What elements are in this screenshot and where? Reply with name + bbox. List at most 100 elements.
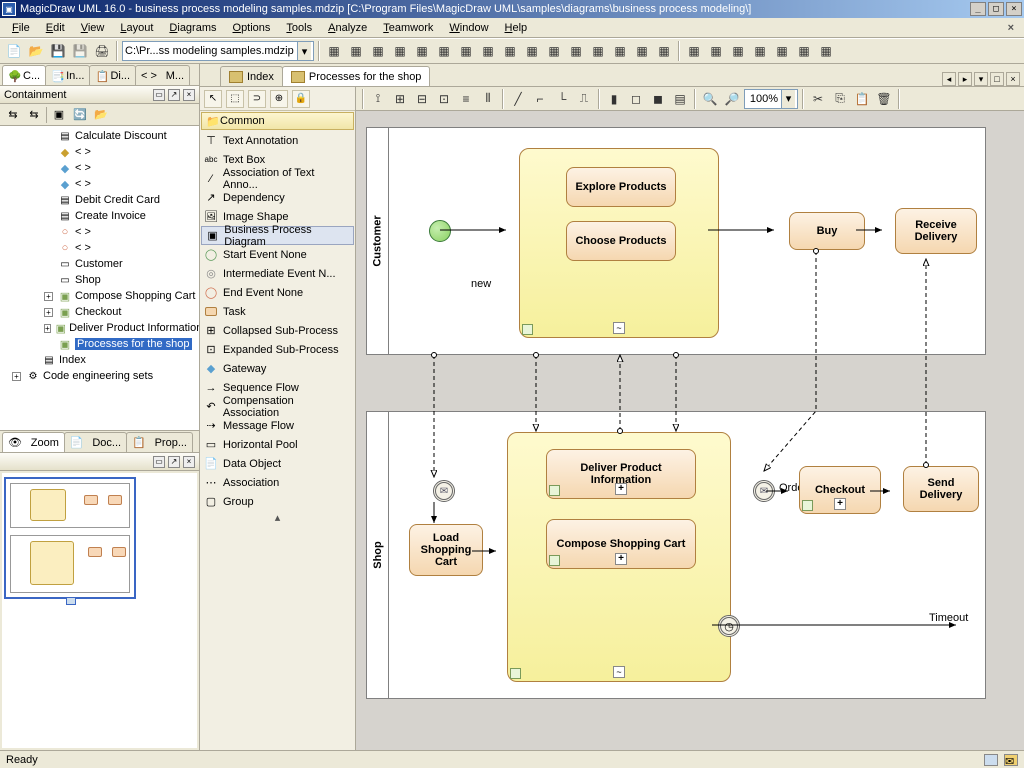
align-button[interactable]: ⟟ [368, 89, 388, 109]
palette-item[interactable]: Task [200, 302, 355, 321]
marquee-button[interactable]: ⬚ [226, 90, 244, 108]
palette-item[interactable]: ⇢Message Flow [200, 416, 355, 435]
palette-item[interactable]: ◆Gateway [200, 359, 355, 378]
tb-icon[interactable]: ▦ [544, 41, 564, 61]
zoom-combo[interactable]: 100%▾ [744, 89, 798, 109]
timer-event[interactable]: ◷ [718, 615, 740, 637]
palette-item[interactable]: ↶Compensation Association [200, 397, 355, 416]
task-buy[interactable]: Buy [789, 212, 865, 250]
palette-item[interactable]: ▣Business Process Diagram [201, 226, 354, 245]
paste-button[interactable]: 📋 [852, 89, 872, 109]
tb-icon[interactable]: ▦ [588, 41, 608, 61]
pool-shop[interactable]: Shop ✉ Load Shopping Cart Deliver Produc… [366, 411, 986, 699]
menu-file[interactable]: File [4, 20, 38, 36]
expand-icon[interactable]: + [44, 308, 53, 317]
tb-icon[interactable]: ▦ [368, 41, 388, 61]
tb-icon[interactable]: ▦ [412, 41, 432, 61]
tab-zoom[interactable]: 👁 Zoom [2, 432, 65, 452]
task-explore[interactable]: Explore Products [566, 167, 676, 207]
maximize-button[interactable]: □ [988, 2, 1004, 16]
task-choose[interactable]: Choose Products [566, 221, 676, 261]
editor-tab-index[interactable]: Index [220, 66, 283, 86]
panel-dock-button[interactable]: ▭ [153, 89, 165, 101]
tree-item[interactable]: +▣Checkout [0, 304, 199, 320]
menu-teamwork[interactable]: Teamwork [375, 20, 441, 36]
lasso-button[interactable]: ⊃ [248, 90, 266, 108]
palette-item[interactable]: ▢Group [200, 492, 355, 511]
close-button[interactable]: × [1006, 2, 1022, 16]
message-event[interactable]: ✉ [433, 480, 455, 502]
palette-item[interactable]: ⊞Collapsed Sub-Process [200, 321, 355, 340]
editor-tab-processes[interactable]: Processes for the shop [282, 66, 431, 86]
nav-button[interactable]: ⊕ [270, 90, 288, 108]
tree-item[interactable]: +▣Compose Shopping Cart [0, 288, 199, 304]
tab-max-button[interactable]: □ [990, 72, 1004, 86]
tb-icon[interactable]: ▦ [772, 41, 792, 61]
menu-view[interactable]: View [73, 20, 113, 36]
tb-icon[interactable]: ▦ [390, 41, 410, 61]
panel-float-button[interactable]: ↗ [168, 456, 180, 468]
tab-model[interactable]: < > M... [135, 65, 190, 85]
palette-item[interactable]: ⊤Text Annotation [200, 131, 355, 150]
tree-item[interactable]: ◆< > [0, 144, 199, 160]
tb-icon[interactable]: ▦ [706, 41, 726, 61]
pool-customer[interactable]: Customer Explore Products Choose Product… [366, 127, 986, 355]
new-button[interactable]: 📄 [4, 41, 24, 61]
align-button[interactable]: ⫴ [478, 89, 498, 109]
tb-icon[interactable]: ▦ [500, 41, 520, 61]
tb-icon[interactable]: ▦ [728, 41, 748, 61]
tab-close-button[interactable]: × [1006, 72, 1020, 86]
tab-diagrams[interactable]: 📋Di... [89, 65, 136, 85]
diagram-canvas[interactable]: Customer Explore Products Choose Product… [356, 111, 1024, 750]
route-button[interactable]: ╱ [508, 89, 528, 109]
menu-tools[interactable]: Tools [278, 20, 320, 36]
tab-containment[interactable]: 🌳C... [2, 65, 46, 85]
tb-icon[interactable]: ▦ [610, 41, 630, 61]
palette-item[interactable]: ↗Dependency [200, 188, 355, 207]
tab-prop[interactable]: 📋 Prop... [126, 432, 193, 452]
tree-item[interactable]: ▭Customer [0, 256, 199, 272]
lock-button[interactable]: 🔒 [292, 90, 310, 108]
saveall-button[interactable]: 💾 [70, 41, 90, 61]
task-load[interactable]: Load Shopping Cart [409, 524, 483, 576]
tb-icon[interactable]: ▦ [750, 41, 770, 61]
palette-item[interactable]: ⁄Association of Text Anno... [200, 169, 355, 188]
copy-button[interactable]: ⎘ [830, 89, 850, 109]
collapse2-button[interactable]: ⇆ [25, 106, 43, 124]
menu-layout[interactable]: Layout [112, 20, 161, 36]
tb-icon[interactable]: ▦ [566, 41, 586, 61]
tree-item[interactable]: ◆< > [0, 176, 199, 192]
menu-help[interactable]: Help [497, 20, 536, 36]
cut-button[interactable]: ✂ [808, 89, 828, 109]
layer-button[interactable]: ▤ [670, 89, 690, 109]
route-button[interactable]: ⎍ [574, 89, 594, 109]
delete-button[interactable]: 🗑 [874, 89, 894, 109]
route-button[interactable]: └ [552, 89, 572, 109]
tree-item[interactable]: ▤Calculate Discount [0, 128, 199, 144]
collapse-button[interactable]: ⇆ [4, 106, 22, 124]
palette-more[interactable]: ▴ [200, 511, 355, 525]
palette-item[interactable]: 📄Data Object [200, 454, 355, 473]
file-history-combo[interactable]: C:\Pr...ss modeling samples.mdzip ▾ [122, 41, 314, 61]
menu-diagrams[interactable]: Diagrams [161, 20, 224, 36]
expanded-subprocess-shop[interactable]: Deliver Product Information + Compose Sh… [507, 432, 731, 682]
panel-close-button[interactable]: × [183, 89, 195, 101]
tb-icon[interactable]: ▦ [816, 41, 836, 61]
tab-inheritance[interactable]: 📑In... [45, 65, 90, 85]
tree-item[interactable]: ▣Processes for the shop [0, 336, 199, 352]
palette-item[interactable]: ◯End Event None [200, 283, 355, 302]
open-button[interactable]: 📂 [26, 41, 46, 61]
task-checkout[interactable]: Checkout + [799, 466, 881, 514]
tab-list-button[interactable]: ▾ [974, 72, 988, 86]
tree-item[interactable]: ▤Debit Credit Card [0, 192, 199, 208]
print-button[interactable]: 🖨 [92, 41, 112, 61]
tb-icon[interactable]: ▦ [794, 41, 814, 61]
tb-icon[interactable]: ▦ [324, 41, 344, 61]
tb-icon[interactable]: ▦ [522, 41, 542, 61]
minimize-button[interactable]: _ [970, 2, 986, 16]
align-button[interactable]: ⊡ [434, 89, 454, 109]
layer-button[interactable]: ◻ [626, 89, 646, 109]
refresh-button[interactable]: 🔄 [71, 106, 89, 124]
expanded-subprocess[interactable]: Explore Products Choose Products ~ [519, 148, 719, 338]
expand-icon[interactable]: + [44, 324, 51, 333]
